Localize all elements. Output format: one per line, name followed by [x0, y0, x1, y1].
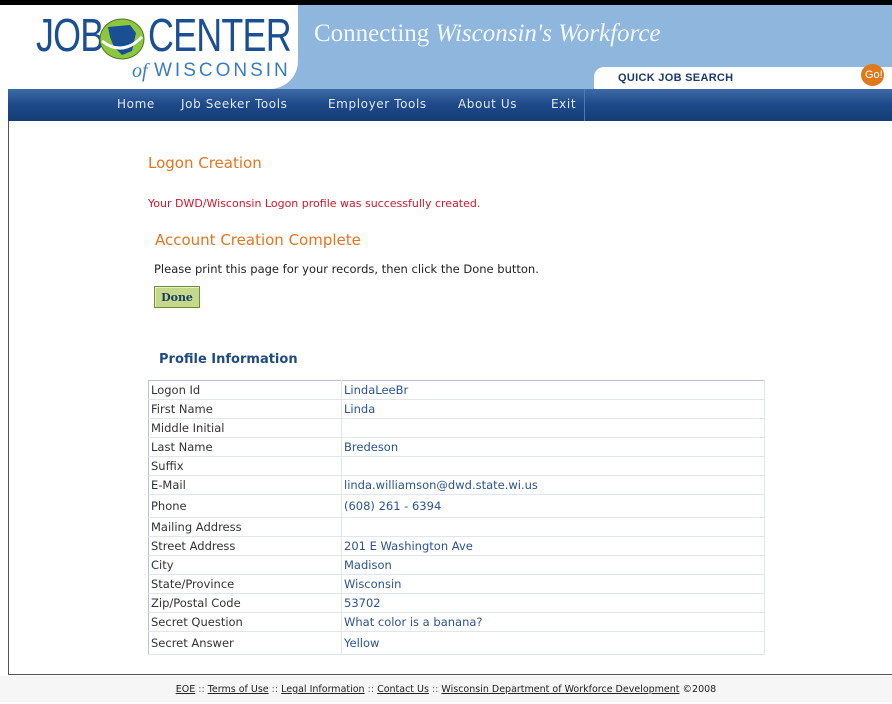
- footer-link-legal[interactable]: Legal Information: [281, 684, 364, 695]
- success-message: Your DWD/Wisconsin Logon profile was suc…: [148, 197, 481, 210]
- profile-label-secret-answer: Secret Answer: [148, 631, 342, 655]
- profile-label-suffix: Suffix: [148, 456, 342, 476]
- footer-separator: ::: [271, 684, 279, 695]
- table-row: State/Province Wisconsin: [148, 574, 765, 594]
- profile-value-email: linda.williamson@dwd.state.wi.us: [341, 475, 765, 495]
- profile-information-heading: Profile Information: [159, 352, 298, 367]
- nav-divider: [584, 89, 585, 121]
- logo-text-wisconsin: WISCONSIN: [154, 60, 291, 81]
- profile-value-zip: 53702: [341, 593, 765, 613]
- profile-value-state: Wisconsin: [341, 574, 765, 594]
- quick-job-search-bar[interactable]: QUICK JOB SEARCH: [594, 67, 892, 89]
- table-row: Zip/Postal Code 53702: [148, 593, 765, 613]
- done-button[interactable]: Done: [154, 286, 200, 308]
- footer-copyright: ©2008: [682, 684, 717, 695]
- tagline-wisconsins: Wisconsin's: [435, 20, 552, 47]
- table-row: Logon Id LindaLeeBr: [148, 380, 765, 400]
- profile-label-email: E-Mail: [148, 475, 342, 495]
- nav-item-home[interactable]: Home: [117, 97, 155, 111]
- profile-label-street-address: Street Address: [148, 536, 342, 556]
- table-row: Last Name Bredeson: [148, 437, 765, 457]
- footer-separator: ::: [367, 684, 375, 695]
- profile-label-last-name: Last Name: [148, 437, 342, 457]
- main-nav: Home Job Seeker Tools Employer Tools Abo…: [8, 89, 892, 122]
- profile-label-phone: Phone: [148, 494, 342, 518]
- site-header: JOB CENTER of WISCONSIN Connecting Wisco…: [8, 5, 892, 89]
- nav-item-employer-tools[interactable]: Employer Tools: [328, 97, 427, 111]
- logo-text-job: JOB: [36, 9, 104, 61]
- profile-label-state: State/Province: [148, 574, 342, 594]
- table-row: First Name Linda: [148, 399, 765, 419]
- print-instructions: Please print this page for your records,…: [154, 262, 539, 276]
- profile-label-mailing-address: Mailing Address: [148, 517, 342, 537]
- profile-label-zip: Zip/Postal Code: [148, 593, 342, 613]
- logon-creation-heading: Logon Creation: [148, 154, 262, 172]
- site-tagline: Connecting Wisconsin's Workforce: [314, 19, 661, 49]
- table-row: Secret Answer Yellow: [148, 631, 765, 655]
- logo-text-center: CENTER: [148, 9, 292, 61]
- nav-item-about-us[interactable]: About Us: [458, 97, 517, 111]
- nav-item-job-seeker-tools[interactable]: Job Seeker Tools: [181, 97, 288, 111]
- profile-value-middle-initial: [341, 418, 765, 438]
- profile-label-first-name: First Name: [148, 399, 342, 419]
- table-row: City Madison: [148, 555, 765, 575]
- wisconsin-globe-icon: [99, 18, 145, 60]
- profile-label-middle-initial: Middle Initial: [148, 418, 342, 438]
- footer-link-eoe[interactable]: EOE: [176, 684, 195, 695]
- tagline-connecting: Connecting: [314, 20, 430, 47]
- profile-value-suffix: [341, 456, 765, 476]
- footer-link-contact[interactable]: Contact Us: [377, 684, 429, 695]
- table-row: E-Mail linda.williamson@dwd.state.wi.us: [148, 475, 765, 495]
- footer-link-dwd[interactable]: Wisconsin Department of Workforce Develo…: [441, 684, 679, 695]
- go-button[interactable]: Go!: [861, 64, 884, 86]
- site-logo[interactable]: JOB CENTER of WISCONSIN: [8, 5, 298, 89]
- profile-label-secret-question: Secret Question: [148, 612, 342, 632]
- footer-separator: ::: [431, 684, 439, 695]
- table-row: Middle Initial: [148, 418, 765, 438]
- table-row: Suffix: [148, 456, 765, 476]
- profile-label-logon-id: Logon Id: [148, 380, 342, 400]
- table-row: Secret Question What color is a banana?: [148, 612, 765, 632]
- profile-value-street-address: 201 E Washington Ave: [341, 536, 765, 556]
- profile-label-city: City: [148, 555, 342, 575]
- profile-value-city: Madison: [341, 555, 765, 575]
- profile-table: Logon Id LindaLeeBr First Name Linda Mid…: [148, 380, 765, 655]
- profile-value-first-name: Linda: [341, 399, 765, 419]
- profile-value-last-name: Bredeson: [341, 437, 765, 457]
- table-row: Phone (608) 261 - 6394: [148, 494, 765, 518]
- profile-value-phone: (608) 261 - 6394: [341, 494, 765, 518]
- tagline-workforce: Workforce: [558, 20, 661, 47]
- nav-item-exit[interactable]: Exit: [551, 97, 576, 111]
- logo-text-of: of: [132, 60, 148, 82]
- profile-value-mailing-address: [341, 517, 765, 537]
- site-footer: EOE :: Terms of Use :: Legal Information…: [0, 676, 892, 702]
- footer-separator: ::: [198, 684, 205, 695]
- table-row: Mailing Address: [148, 517, 765, 537]
- quick-job-search-label[interactable]: QUICK JOB SEARCH: [618, 72, 733, 84]
- account-creation-heading: Account Creation Complete: [155, 231, 361, 249]
- table-row: Street Address 201 E Washington Ave: [148, 536, 765, 556]
- footer-link-terms[interactable]: Terms of Use: [208, 684, 269, 695]
- profile-value-logon-id: LindaLeeBr: [341, 380, 765, 400]
- profile-value-secret-answer: Yellow: [341, 631, 765, 655]
- profile-value-secret-question: What color is a banana?: [341, 612, 765, 632]
